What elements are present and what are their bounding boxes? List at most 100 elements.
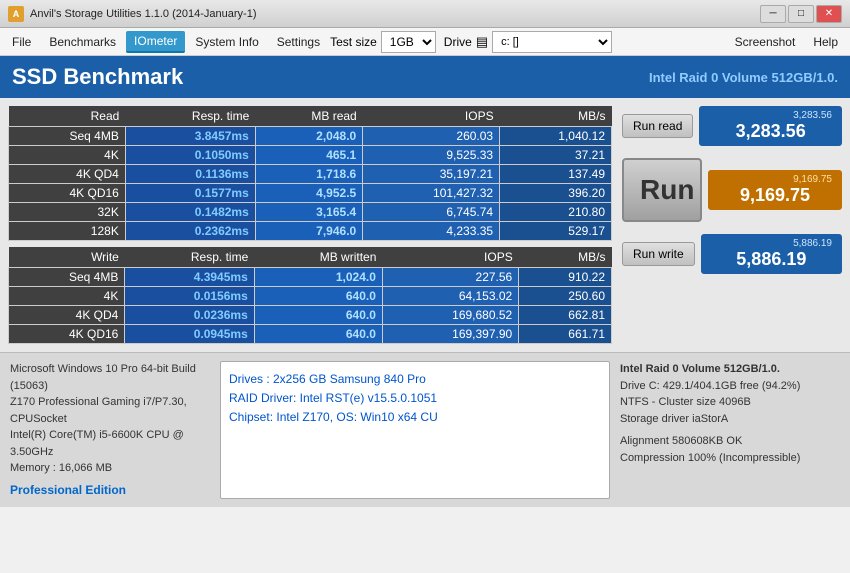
read-cell-3-3: 101,427.32 [363,184,500,203]
write-cell-3-3: 169,397.90 [382,325,518,344]
read-cell-5-3: 4,233.35 [363,222,500,241]
write-cell-1-1: 0.0156ms [125,287,254,306]
read-cell-2-2: 1,718.6 [255,165,362,184]
menu-file[interactable]: File [4,32,39,52]
footer-line1: Microsoft Windows 10 Pro 64-bit Build (1… [10,361,210,394]
read-table-row: 4K QD160.1577ms4,952.5101,427.32396.20 [9,184,612,203]
menu-bar: File Benchmarks IOmeter System Info Sett… [0,28,850,56]
drive-group: Drive ▤ c: [] [444,31,612,53]
read-cell-5-0: 128K [9,222,126,241]
close-button[interactable]: ✕ [816,5,842,23]
write-cell-2-2: 640.0 [254,306,382,325]
read-cell-0-0: Seq 4MB [9,127,126,146]
mbs-col-header: MB/s [500,106,612,127]
run-all-button[interactable]: Run [622,158,702,222]
read-cell-1-4: 37.21 [500,146,612,165]
read-cell-4-2: 3,165.4 [255,203,362,222]
write-cell-0-1: 4.3945ms [125,268,254,287]
app-icon: A [8,6,24,22]
write-cell-2-3: 169,680.52 [382,306,518,325]
write-table-row: 4K0.0156ms640.064,153.02250.60 [9,287,612,306]
read-cell-2-3: 35,197.21 [363,165,500,184]
footer-center: Drives : 2x256 GB Samsung 840 Pro RAID D… [220,361,610,499]
read-table-row: 128K0.2362ms7,946.04,233.35529.17 [9,222,612,241]
run-read-button[interactable]: Run read [622,114,693,138]
read-cell-4-4: 210.80 [500,203,612,222]
write-cell-0-3: 227.56 [382,268,518,287]
read-cell-0-2: 2,048.0 [255,127,362,146]
write-score-main: 5,886.19 [707,249,836,270]
menu-iometer[interactable]: IOmeter [126,31,185,53]
write-cell-1-4: 250.60 [519,287,612,306]
resptime-col-header: Resp. time [125,106,255,127]
drive-icon: ▤ [476,34,488,50]
read-cell-2-4: 137.49 [500,165,612,184]
test-size-select[interactable]: 1GB [381,31,436,53]
menu-systeminfo[interactable]: System Info [187,32,266,52]
menu-benchmarks[interactable]: Benchmarks [41,32,124,52]
footer-right-line3: Storage driver iaStorA [620,411,840,428]
footer-left: Microsoft Windows 10 Pro 64-bit Build (1… [10,361,210,499]
write-cell-2-1: 0.0236ms [125,306,254,325]
read-cell-0-4: 1,040.12 [500,127,612,146]
menu-screenshot[interactable]: Screenshot [727,32,804,52]
read-score-box: 3,283.56 3,283.56 [699,106,842,146]
footer-right-line2: NTFS - Cluster size 4096B [620,394,840,411]
title-bar-text: Anvil's Storage Utilities 1.1.0 (2014-Ja… [30,8,760,20]
footer-line3: Intel(R) Core(TM) i5-6600K CPU @ 3.50GHz [10,427,210,460]
menu-help[interactable]: Help [805,32,846,52]
read-table-row: 4K QD40.1136ms1,718.635,197.21137.49 [9,165,612,184]
window-controls: ─ □ ✕ [760,5,842,23]
write-cell-3-0: 4K QD16 [9,325,125,344]
write-cell-2-0: 4K QD4 [9,306,125,325]
read-table-row: 32K0.1482ms3,165.46,745.74210.80 [9,203,612,222]
write-cell-0-4: 910.22 [519,268,612,287]
write-cell-3-4: 661.71 [519,325,612,344]
footer: Microsoft Windows 10 Pro 64-bit Build (1… [0,352,850,507]
footer-line2: Z170 Professional Gaming i7/P7.30, CPUSo… [10,394,210,427]
read-cell-1-3: 9,525.33 [363,146,500,165]
total-score-row: Run 9,169.75 9,169.75 [622,158,842,222]
write-table-row: 4K QD160.0945ms640.0169,397.90661.71 [9,325,612,344]
write-table-row: Seq 4MB4.3945ms1,024.0227.56910.22 [9,268,612,287]
main-content: Read Resp. time MB read IOPS MB/s Seq 4M… [0,98,850,352]
total-score-box: 9,169.75 9,169.75 [708,170,842,210]
test-size-label: Test size [330,35,377,49]
read-cell-3-2: 4,952.5 [255,184,362,203]
run-write-button[interactable]: Run write [622,242,695,266]
read-table-row: Seq 4MB3.8457ms2,048.0260.031,040.12 [9,127,612,146]
header-info: Intel Raid 0 Volume 512GB/1.0. [649,70,838,85]
mbread-col-header: MB read [255,106,362,127]
read-cell-4-0: 32K [9,203,126,222]
drive-select[interactable]: c: [] [492,31,612,53]
total-score-main: 9,169.75 [714,185,836,206]
read-score-row: Run read 3,283.56 3,283.56 [622,106,842,146]
app-title: SSD Benchmark [12,64,183,90]
read-cell-5-2: 7,946.0 [255,222,362,241]
read-cell-2-1: 0.1136ms [125,165,255,184]
read-cell-2-0: 4K QD4 [9,165,126,184]
write-col-header: Write [9,247,125,268]
read-cell-4-3: 6,745.74 [363,203,500,222]
read-cell-3-4: 396.20 [500,184,612,203]
read-cell-5-1: 0.2362ms [125,222,255,241]
benchmark-tables: Read Resp. time MB read IOPS MB/s Seq 4M… [8,106,612,344]
read-cell-0-1: 3.8457ms [125,127,255,146]
footer-center-line1: Drives : 2x256 GB Samsung 840 Pro [229,370,601,389]
read-col-header: Read [9,106,126,127]
app-header: SSD Benchmark Intel Raid 0 Volume 512GB/… [0,56,850,98]
read-cell-1-2: 465.1 [255,146,362,165]
write-resptime-col-header: Resp. time [125,247,254,268]
minimize-button[interactable]: ─ [760,5,786,23]
footer-right-line5: Alignment 580608KB OK [620,433,840,450]
read-cell-4-1: 0.1482ms [125,203,255,222]
iops-col-header: IOPS [363,106,500,127]
read-cell-3-0: 4K QD16 [9,184,126,203]
footer-center-line3: Chipset: Intel Z170, OS: Win10 x64 CU [229,408,601,427]
write-cell-3-1: 0.0945ms [125,325,254,344]
write-cell-3-2: 640.0 [254,325,382,344]
footer-right: Intel Raid 0 Volume 512GB/1.0. Drive C: … [620,361,840,499]
maximize-button[interactable]: □ [788,5,814,23]
menu-settings[interactable]: Settings [269,32,328,52]
test-size-group: Test size 1GB [330,31,436,53]
